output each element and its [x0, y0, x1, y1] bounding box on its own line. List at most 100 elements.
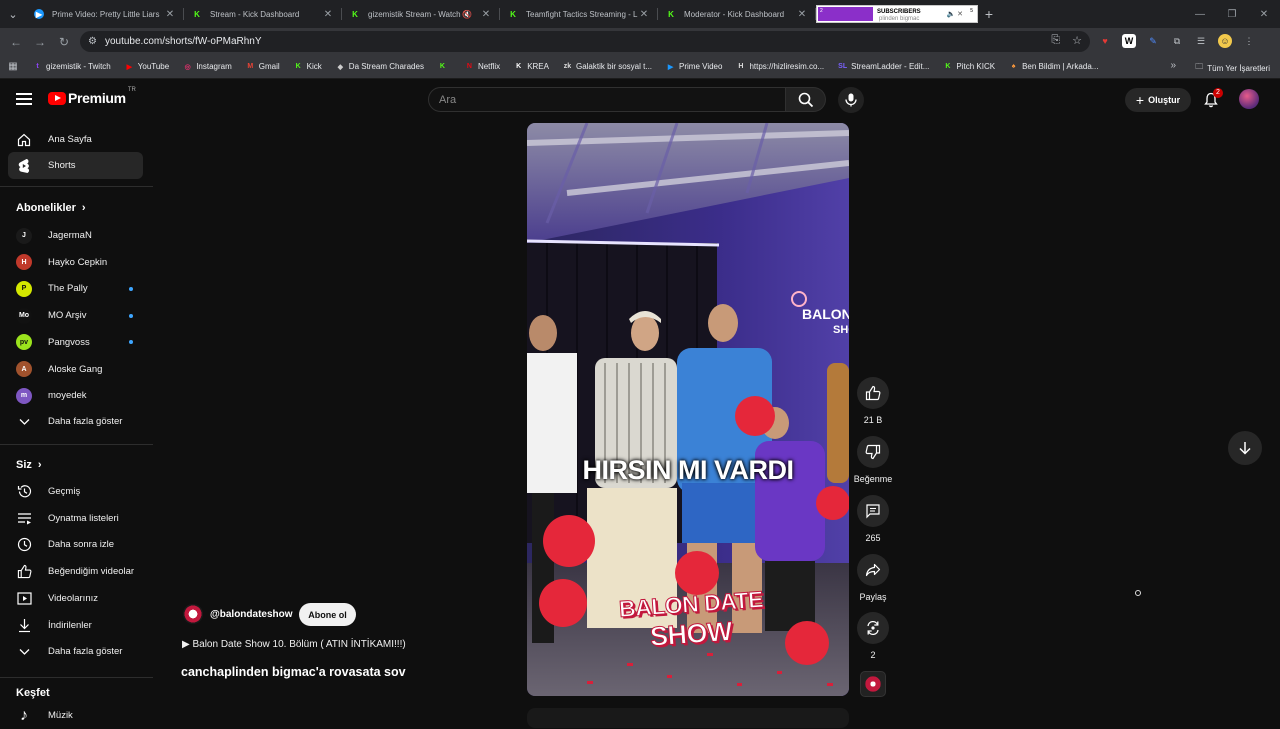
- bookmark-item[interactable]: ▶ Prime Video: [659, 62, 729, 71]
- minimize-icon[interactable]: —: [1184, 9, 1216, 20]
- profile-icon[interactable]: ☺: [1218, 34, 1232, 48]
- remix-action[interactable]: 2: [857, 612, 889, 660]
- apps-grid-icon[interactable]: ▦: [0, 61, 26, 72]
- sidebar-you-item[interactable]: Daha sonra izle: [8, 531, 143, 558]
- extension-red-icon[interactable]: ♥: [1098, 34, 1112, 48]
- dislike-button[interactable]: [857, 436, 889, 468]
- sidebar-you-item[interactable]: Videolarınız: [8, 585, 143, 612]
- maximize-icon[interactable]: ❐: [1216, 9, 1248, 20]
- share-action[interactable]: Paylaş: [857, 554, 889, 602]
- channel-info[interactable]: @balondateshow: [183, 604, 293, 624]
- bookmark-item[interactable]: ▶ YouTube: [118, 62, 176, 71]
- sidebar-subscription-item[interactable]: pv Pangvoss: [8, 329, 143, 356]
- sidebar-item-shorts[interactable]: Shorts: [8, 152, 143, 179]
- tab-search-icon[interactable]: ⌄: [0, 0, 26, 28]
- muted-speaker-icon[interactable]: 🔇: [462, 10, 472, 19]
- sidebar-subscription-item[interactable]: A Aloske Gang: [8, 356, 143, 383]
- sidebar-you-item[interactable]: Geçmiş: [8, 478, 143, 505]
- comments-action[interactable]: 265: [857, 495, 889, 543]
- subscriptions-heading[interactable]: Abonelikler ›: [16, 202, 86, 214]
- sidebar-subscription-item[interactable]: Mo MO Arşiv: [8, 302, 143, 329]
- bookmark-item[interactable]: M Gmail: [239, 62, 287, 71]
- sidebar-subscription-item[interactable]: P The Pally: [8, 275, 143, 302]
- install-app-icon[interactable]: ⎘: [1051, 34, 1060, 47]
- next-short-button[interactable]: [1228, 431, 1262, 465]
- channel-handle[interactable]: @balondateshow: [210, 609, 293, 620]
- comments-button[interactable]: [857, 495, 889, 527]
- bookmarks-overflow-icon[interactable]: »: [1170, 60, 1176, 71]
- bookmark-item[interactable]: ◎ Instagram: [176, 62, 239, 71]
- bookmark-item[interactable]: N Netflix: [458, 62, 507, 71]
- sidebar-you-item[interactable]: İndirilenler: [8, 612, 143, 639]
- bookmark-star-icon[interactable]: ☆: [1072, 34, 1082, 47]
- bookmark-item[interactable]: ◆ Da Stream Charades: [329, 62, 431, 71]
- bookmark-favicon-icon: zk: [563, 63, 572, 70]
- dislike-action[interactable]: Beğenme: [854, 436, 892, 484]
- bookmark-item[interactable]: ♠ Ben Bildim | Arkada...: [1002, 62, 1105, 71]
- subscribe-button[interactable]: Abone ol: [299, 603, 356, 626]
- next-short-preview[interactable]: [527, 708, 849, 728]
- all-bookmarks-folder[interactable]: 🗀 Tüm Yer İşaretleri: [1195, 61, 1270, 75]
- sidebar-show-more-subs[interactable]: Daha fazla göster: [8, 408, 143, 435]
- short-music-link[interactable]: ▶ Balon Date Show 10. Bölüm ( ATIN İNTİK…: [182, 639, 406, 650]
- site-info-icon[interactable]: ⚙: [88, 36, 97, 47]
- audio-source-thumbnail[interactable]: [860, 671, 886, 697]
- search-input[interactable]: [439, 93, 785, 106]
- bookmark-item[interactable]: K KREA: [507, 62, 556, 71]
- like-action[interactable]: 21 B: [857, 377, 889, 425]
- you-heading[interactable]: Siz ›: [16, 459, 42, 471]
- sidebar-you-item[interactable]: Daha fazla göster: [8, 638, 143, 665]
- channel-avatar[interactable]: [183, 604, 203, 624]
- new-tab-button[interactable]: +: [978, 6, 1000, 22]
- sidebar-subscription-item[interactable]: m moyedek: [8, 382, 143, 409]
- extension-w-icon[interactable]: W: [1122, 34, 1136, 48]
- browser-menu-icon[interactable]: ⋮: [1242, 34, 1256, 48]
- browser-tab[interactable]: K Moderator - Kick Dashboard ✕: [658, 0, 816, 28]
- create-button[interactable]: + Oluştur: [1125, 88, 1191, 112]
- reload-icon[interactable]: ↻: [52, 35, 76, 49]
- youtube-premium-logo[interactable]: Premium TR: [48, 87, 136, 106]
- extensions-puzzle-icon[interactable]: ⧉: [1170, 34, 1184, 48]
- sidebar-you-item[interactable]: Oynatma listeleri: [8, 505, 143, 532]
- active-tab-close-icon[interactable]: 🔈 ✕: [946, 10, 963, 18]
- voice-search-button[interactable]: [838, 87, 864, 113]
- short-video-player[interactable]: BALON SHO HIRSIN MI VARDI BALON DATE SHO…: [527, 123, 849, 696]
- bookmark-item[interactable]: zk Galaktik bir sosyal t...: [556, 62, 659, 71]
- bookmark-item[interactable]: K Kick: [287, 62, 329, 71]
- close-window-icon[interactable]: ✕: [1248, 9, 1280, 20]
- sidebar-item-music[interactable]: ♪ Müzik: [8, 702, 143, 729]
- forward-icon[interactable]: →: [28, 35, 52, 49]
- close-tab-icon[interactable]: ✕: [796, 9, 808, 20]
- sidebar-subscription-item[interactable]: J JagermaN: [8, 222, 143, 249]
- close-tab-icon[interactable]: ✕: [638, 9, 650, 20]
- share-button[interactable]: [857, 554, 889, 586]
- bookmark-item[interactable]: K Pitch KICK: [936, 62, 1002, 71]
- bookmark-item[interactable]: K: [431, 62, 458, 71]
- extension-blue-icon[interactable]: ✎: [1146, 34, 1160, 48]
- close-tab-icon[interactable]: ✕: [322, 9, 334, 20]
- back-icon[interactable]: ←: [4, 35, 28, 49]
- active-tab-preview[interactable]: 2 SUBSCRIBERS 5 plinden bigmac 🔈 ✕: [816, 5, 978, 23]
- account-avatar[interactable]: [1239, 89, 1259, 109]
- browser-tab[interactable]: K Stream - Kick Dashboard ✕: [184, 0, 342, 28]
- browser-tab[interactable]: K Teamfight Tactics Streaming - L ✕: [500, 0, 658, 28]
- close-tab-icon[interactable]: ✕: [480, 9, 492, 20]
- address-bar[interactable]: ⚙ youtube.com/shorts/fW-oPMaRhnY ⎘ ☆: [80, 31, 1090, 52]
- search-button[interactable]: [786, 87, 826, 112]
- sidebar-subscription-item[interactable]: H Hayko Cepkin: [8, 249, 143, 276]
- hamburger-menu-icon[interactable]: [16, 90, 32, 106]
- close-tab-icon[interactable]: ✕: [164, 9, 176, 20]
- sidebar-item-label: Shorts: [48, 160, 76, 171]
- reading-list-icon[interactable]: ☰: [1194, 34, 1208, 48]
- remix-button[interactable]: [857, 612, 889, 644]
- browser-tab[interactable]: ▶ Prime Video: Pretty Little Liars ✕: [26, 0, 184, 28]
- like-button[interactable]: [857, 377, 889, 409]
- sidebar-you-item[interactable]: Beğendiğim videolar: [8, 558, 143, 585]
- browser-tab[interactable]: Kgizemistik Stream - Watch 🔇 ✕: [342, 0, 500, 28]
- bookmark-item[interactable]: t gizemistik - Twitch: [26, 62, 118, 71]
- notifications-button[interactable]: 2: [1203, 88, 1223, 110]
- sidebar-item-home[interactable]: Ana Sayfa: [8, 126, 143, 153]
- bookmark-item[interactable]: Hhttps://hizliresim.co...: [729, 62, 831, 71]
- sidebar-item-label: Daha sonra izle: [48, 539, 115, 551]
- bookmark-item[interactable]: SL StreamLadder - Edit...: [831, 62, 936, 71]
